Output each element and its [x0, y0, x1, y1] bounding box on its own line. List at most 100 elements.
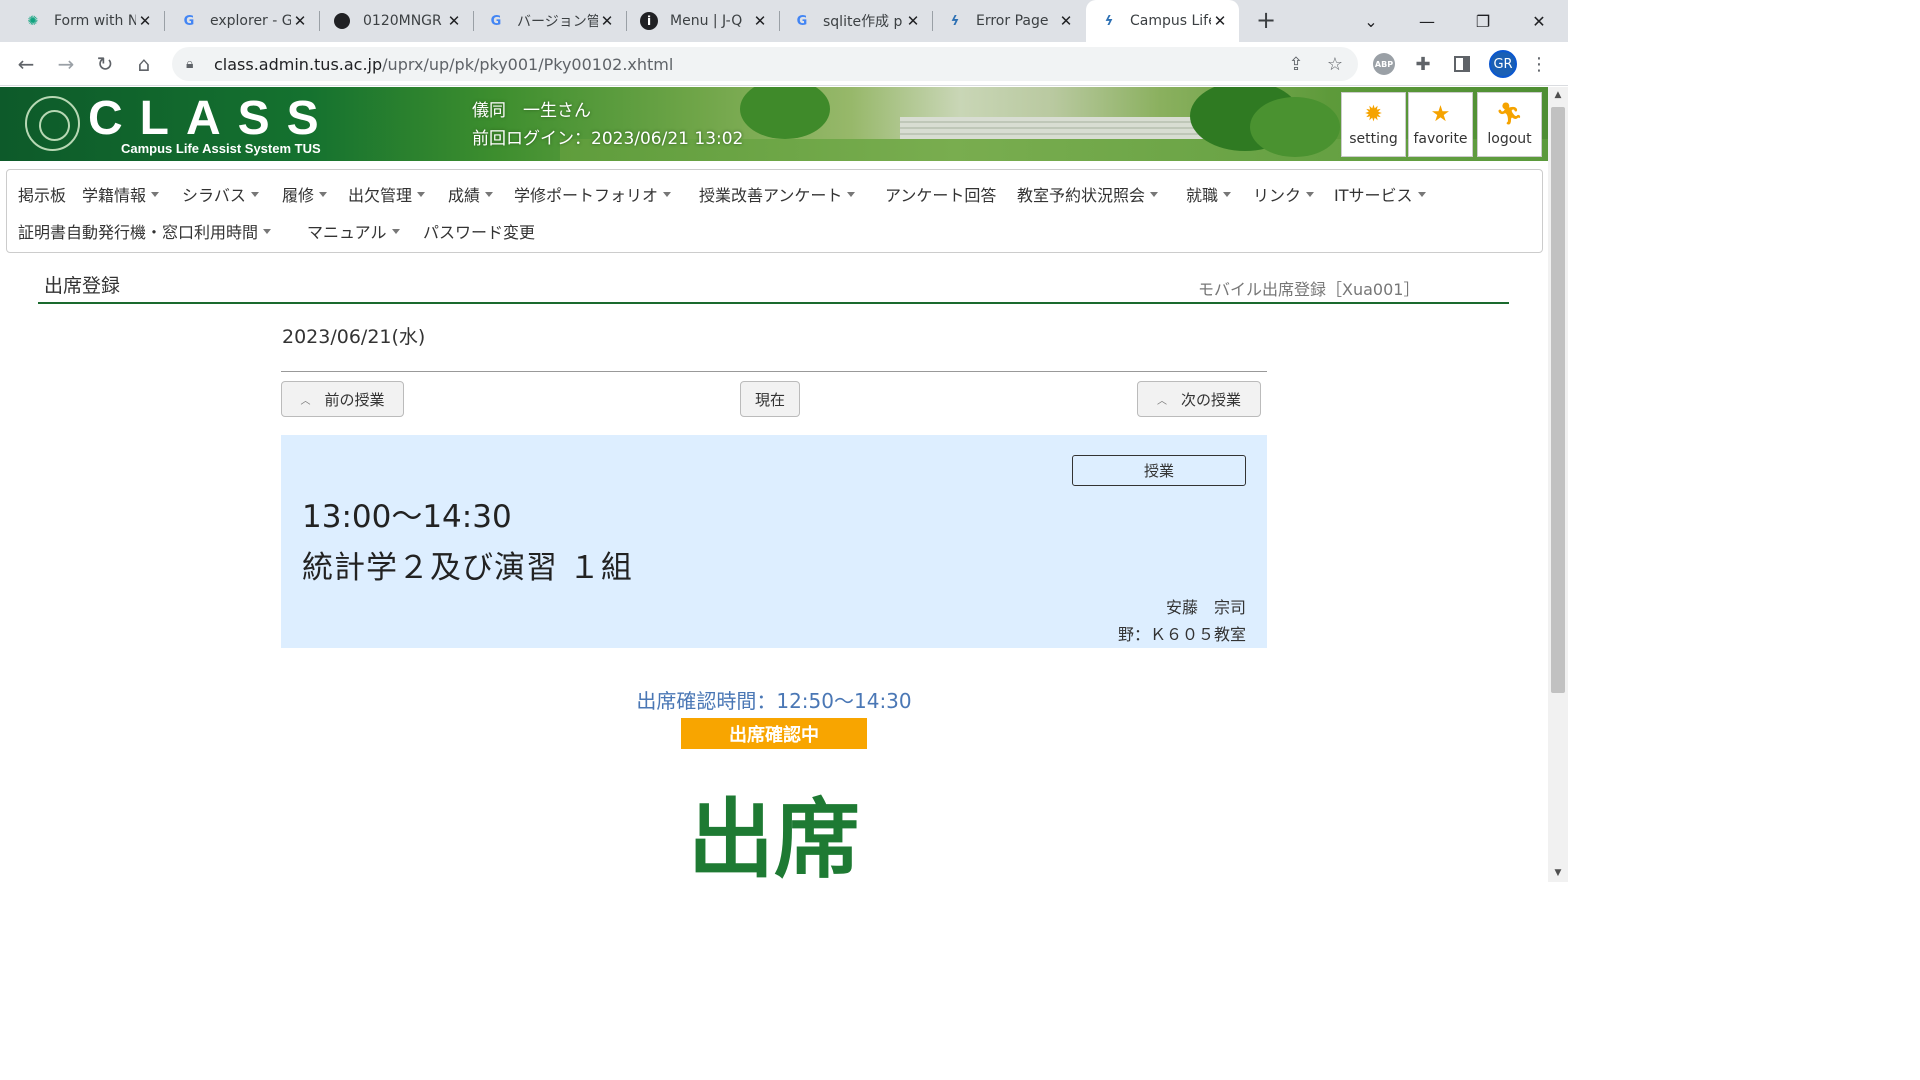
- menu-item-links[interactable]: リンク: [1253, 182, 1315, 206]
- class-info-card: 授業 13:00〜14:30 統計学２及び演習 １組 安藤 宗司 野：Ｋ６０５教…: [281, 435, 1267, 648]
- class-room: 野：Ｋ６０５教室: [1117, 625, 1246, 644]
- attendance-confirm-time: 出席確認時間：12:50〜14:30: [636, 689, 912, 713]
- setting-label: setting: [1349, 130, 1398, 147]
- menu-item-manual[interactable]: マニュアル: [307, 219, 400, 243]
- caret-down-icon: [1150, 191, 1159, 197]
- status-badge: 出席確認中: [681, 718, 867, 749]
- menu-item-change-password[interactable]: パスワード変更: [423, 219, 535, 243]
- caret-down-icon: [263, 228, 272, 234]
- now-label: 現在: [754, 390, 785, 409]
- back-icon[interactable]: ←: [12, 50, 40, 78]
- scroll-down-icon[interactable]: ▼: [1548, 865, 1568, 882]
- page-title: 出席登録: [44, 275, 121, 297]
- last-login: 前回ログイン：2023/06/21 13:02: [472, 129, 744, 149]
- lock-icon: 🔒︎: [186, 56, 194, 72]
- close-icon[interactable]: ✕: [445, 12, 463, 30]
- favorite-button[interactable]: ★ favorite: [1408, 92, 1473, 157]
- page-scrollbar[interactable]: ▲ ▼: [1548, 87, 1568, 882]
- tab-title: バージョン管理: [517, 14, 598, 30]
- menu-item-career[interactable]: 就職: [1186, 182, 1232, 206]
- close-icon[interactable]: ✕: [904, 12, 922, 30]
- tab-title: Form with N: [54, 13, 136, 29]
- attendance-result: 出席: [688, 790, 860, 882]
- menu-item-it-services[interactable]: ITサービス: [1334, 182, 1426, 206]
- banner-image-steps: [900, 117, 1220, 141]
- browser-tab[interactable]: G sqlite作成 p ✕: [779, 0, 932, 42]
- browser-tab[interactable]: ϟ Error Page ✕: [932, 0, 1085, 42]
- restore-icon[interactable]: ❐: [1455, 0, 1511, 42]
- caret-down-icon: [417, 191, 426, 197]
- close-icon[interactable]: ✕: [598, 12, 616, 30]
- minimize-icon[interactable]: —: [1399, 0, 1455, 42]
- logout-button[interactable]: 🏃︎ logout: [1477, 92, 1542, 157]
- google-icon: G: [490, 13, 502, 29]
- home-icon[interactable]: ⌂: [130, 50, 158, 78]
- github-icon: [333, 12, 351, 30]
- title-divider: [38, 302, 1509, 304]
- openai-icon: ✺: [27, 13, 39, 29]
- window-close-icon[interactable]: ✕: [1511, 0, 1567, 42]
- prev-class-button[interactable]: ︿ 前の授業: [281, 381, 404, 417]
- browser-tab-active[interactable]: ϟ Campus Life ✕: [1086, 0, 1239, 42]
- menu-item-certificate[interactable]: 証明書自動発行機・窓口利用時間: [18, 219, 272, 243]
- browser-tab[interactable]: G explorer - G ✕: [164, 0, 319, 42]
- caret-down-icon: [1417, 191, 1426, 197]
- bookmark-star-icon[interactable]: ☆: [1321, 50, 1349, 78]
- setting-button[interactable]: ✹ setting: [1341, 92, 1406, 157]
- banner-image-tree: [740, 87, 830, 139]
- url-text: class.admin.tus.ac.jp/uprx/up/pk/pky001/…: [214, 54, 674, 74]
- caret-down-icon: [151, 191, 160, 197]
- google-icon: G: [183, 13, 195, 29]
- extensions-icon[interactable]: ✚: [1409, 50, 1437, 78]
- menu-item-survey-answer[interactable]: アンケート回答: [885, 182, 996, 206]
- favorite-label: favorite: [1413, 130, 1468, 147]
- menu-item-room-reservation[interactable]: 教室予約状況照会: [1017, 182, 1159, 206]
- menu-item-student-records[interactable]: 学籍情報: [82, 182, 160, 206]
- tab-title: 0120MNGR: [363, 13, 442, 29]
- tab-title: Menu | J-Q: [670, 13, 743, 29]
- new-tab-button[interactable]: +: [1254, 8, 1278, 34]
- tab-title: explorer - G: [210, 13, 291, 29]
- close-icon[interactable]: ✕: [751, 12, 769, 30]
- next-class-label: 次の授業: [1180, 390, 1241, 409]
- reload-icon[interactable]: ↻: [91, 50, 119, 78]
- profile-avatar[interactable]: GR: [1489, 50, 1517, 78]
- caret-down-icon: [1306, 191, 1315, 197]
- menu-item-attendance[interactable]: 出欠管理: [348, 182, 426, 206]
- browser-tab[interactable]: i Menu | J-Q ✕: [626, 0, 779, 42]
- close-icon[interactable]: ✕: [1057, 12, 1075, 30]
- browser-tab[interactable]: 0120MNGR ✕: [319, 0, 473, 42]
- menu-kebab-icon[interactable]: ⋮: [1525, 50, 1553, 78]
- site-header-banner: CLASS Campus Life Assist System TUS 儀同 一…: [0, 87, 1548, 161]
- side-panel-icon[interactable]: [1448, 50, 1476, 78]
- browser-tab[interactable]: ✺ Form with N ✕: [0, 0, 164, 42]
- caret-down-icon: [847, 191, 856, 197]
- next-class-button[interactable]: ︿ 次の授業: [1137, 381, 1261, 417]
- share-icon[interactable]: ⇪: [1282, 50, 1310, 78]
- close-icon[interactable]: ✕: [136, 12, 154, 30]
- adblock-icon[interactable]: ABP: [1370, 50, 1398, 78]
- close-icon[interactable]: ✕: [291, 12, 309, 30]
- scroll-up-icon[interactable]: ▲: [1548, 87, 1568, 104]
- browser-toolbar: ← → ↻ ⌂ 🔒︎ class.admin.tus.ac.jp/uprx/up…: [0, 42, 1568, 86]
- tab-search-icon[interactable]: ⌄: [1343, 0, 1399, 42]
- now-button[interactable]: 現在: [740, 381, 800, 417]
- menu-item-registration[interactable]: 履修: [282, 182, 328, 206]
- menu-item-grades[interactable]: 成績: [448, 182, 494, 206]
- star-icon: ★: [1430, 101, 1451, 127]
- menu-item-syllabus[interactable]: シラバス: [182, 182, 259, 206]
- logout-label: logout: [1487, 130, 1532, 147]
- caret-down-icon: [1223, 191, 1232, 197]
- caret-down-icon: [391, 228, 400, 234]
- class-type-tag: 授業: [1072, 455, 1246, 486]
- menu-item-bulletin-board[interactable]: 掲示板: [18, 182, 66, 206]
- scrollbar-thumb[interactable]: [1551, 107, 1565, 693]
- address-bar[interactable]: 🔒︎ class.admin.tus.ac.jp/uprx/up/pk/pky0…: [172, 47, 1358, 81]
- menu-item-class-survey[interactable]: 授業改善アンケート: [699, 182, 856, 206]
- close-icon[interactable]: ✕: [1211, 12, 1229, 30]
- forward-icon[interactable]: →: [52, 50, 80, 78]
- menu-item-portfolio[interactable]: 学修ポートフォリオ: [514, 182, 672, 206]
- tab-title: Campus Life: [1130, 13, 1211, 29]
- class-teacher: 安藤 宗司: [1165, 598, 1246, 617]
- browser-tab[interactable]: G バージョン管理 ✕: [473, 0, 626, 42]
